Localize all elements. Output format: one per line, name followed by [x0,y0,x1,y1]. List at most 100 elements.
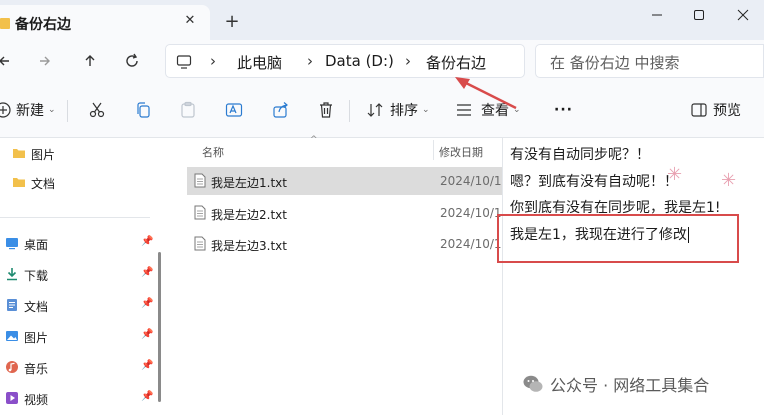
sort-icon [367,103,383,117]
copy-icon [137,102,150,118]
sidebar-item-label: 下载 [24,269,49,283]
sidebar-item-pictures-pinned[interactable]: 图片 📌 [0,326,160,348]
sidebar-item-label: 图片 [31,148,56,162]
preview-line: 有没有自动同步呢？！ [510,147,650,163]
desktop-icon [5,236,19,253]
sidebar-item-videos[interactable]: 视频 📌 [0,388,160,410]
sort-label: 排序 [390,103,418,119]
separator [67,100,68,122]
file-date: 2024/10/17 [440,174,502,188]
wechat-logo-icon [523,375,543,392]
maximize-button[interactable] [682,3,716,27]
more-options-button[interactable]: ··· [554,98,573,122]
copy-button[interactable] [133,100,153,120]
search-box[interactable]: 在 备份右边 中搜索 [535,44,764,78]
command-bar: 新建 ⌄ 排序 ⌄ 查看 ⌄ ··· 预览 [0,82,764,138]
folder-icon [12,175,26,192]
tab-title: 备份右边 [15,17,71,33]
sidebar-item-pictures[interactable]: 图片 [0,143,160,165]
sidebar-item-downloads[interactable]: 下载 📌 [0,264,160,286]
breadcrumb-current-folder[interactable]: 备份右边 [426,52,486,73]
sidebar-item-music[interactable]: 音乐 📌 [0,357,160,379]
address-bar[interactable]: › 此电脑 › Data (D:) › 备份右边 [165,44,525,78]
paste-button[interactable] [178,100,198,120]
text-file-icon [194,173,206,192]
refresh-button[interactable] [121,51,143,71]
pin-icon: 📌 [141,391,154,402]
sidebar-item-documents[interactable]: 文档 [0,172,160,194]
rename-button[interactable] [224,100,244,120]
document-icon [5,298,19,315]
forward-button[interactable] [33,51,55,71]
share-icon [273,102,288,118]
preview-line-text: 我是左1，我现在进行了修改 [510,227,687,243]
chevron-right-icon: › [210,52,216,70]
text-file-icon [194,205,206,224]
file-name: 我是左边3.txt [211,239,287,253]
folder-icon [12,146,26,163]
plus-circle-icon [0,102,11,118]
view-list-icon [457,104,471,116]
sort-button[interactable]: 排序 ⌄ [366,98,430,122]
close-tab-icon[interactable]: ✕ [182,13,198,29]
address-row: › 此电脑 › Data (D:) › 备份右边 在 备份右边 中搜索 [0,40,764,82]
preview-pane-button[interactable]: 预览 [690,98,741,122]
text-cursor [687,227,689,243]
column-header-name[interactable]: 名称 [202,144,224,160]
preview-line: 嗯？到底有没有自动呢！！ [510,174,678,190]
sidebar-scrollbar[interactable] [158,252,161,402]
file-row[interactable]: 我是左边1.txt 2024/10/17 [187,167,502,195]
divider [0,217,150,218]
file-row[interactable]: 我是左边2.txt 2024/10/17 [187,199,502,227]
view-button[interactable]: 查看 ⌄ [455,98,521,122]
sidebar-item-documents-pinned[interactable]: 文档 📌 [0,295,160,317]
minimize-button[interactable] [640,3,674,27]
pictures-icon [5,329,19,346]
breadcrumb-this-pc[interactable]: 此电脑 [237,52,282,73]
sidebar-item-label: 音乐 [24,362,49,376]
new-tab-button[interactable]: + [221,11,243,33]
title-bar: 备份右边 ✕ + [0,0,764,40]
back-button[interactable] [0,51,16,71]
new-button[interactable]: 新建 ⌄ [0,98,56,122]
sidebar-item-label: 视频 [24,393,49,407]
pin-icon: 📌 [141,236,154,247]
chevron-down-icon: ⌄ [48,105,56,115]
sparkle-icon: ✳ [721,170,737,191]
file-date: 2024/10/17 [440,237,502,251]
folder-icon [0,15,10,34]
view-label: 查看 [481,103,509,119]
chevron-right-icon: › [307,52,313,70]
sidebar-item-desktop[interactable]: 桌面 📌 [0,233,160,255]
sidebar-item-label: 桌面 [24,238,49,252]
sparkle-icon: ✳ [667,164,683,185]
computer-icon [176,54,192,74]
preview-pane-icon [691,103,707,117]
clipboard-icon [181,101,195,118]
file-date: 2024/10/17 [440,206,502,220]
new-label: 新建 [16,103,44,119]
sidebar-item-label: 图片 [24,331,49,345]
active-tab[interactable]: 备份右边 ✕ [0,5,210,40]
close-window-button[interactable] [726,3,760,27]
chevron-down-icon: ⌄ [513,105,521,115]
text-file-icon [194,236,206,255]
music-icon [5,360,19,377]
rename-icon [225,103,243,117]
file-row[interactable]: 我是左边3.txt 2024/10/17 [187,230,502,258]
preview-label: 预览 [713,103,741,119]
preview-line-edited: 我是左1，我现在进行了修改 [510,224,689,244]
cut-button[interactable] [87,100,107,120]
sort-ascending-icon: ^ [310,135,318,145]
share-button[interactable] [271,100,291,120]
up-button[interactable] [79,51,101,71]
column-separator[interactable] [433,140,434,160]
pin-icon: 📌 [141,360,154,371]
search-input[interactable]: 在 备份右边 中搜索 [550,52,680,73]
pin-icon: 📌 [141,298,154,309]
sidebar-item-label: 文档 [24,300,49,314]
breadcrumb-drive[interactable]: Data (D:) [325,52,394,70]
pin-icon: 📌 [141,267,154,278]
delete-button[interactable] [316,100,336,120]
column-header-date[interactable]: 修改日期 [439,144,483,160]
